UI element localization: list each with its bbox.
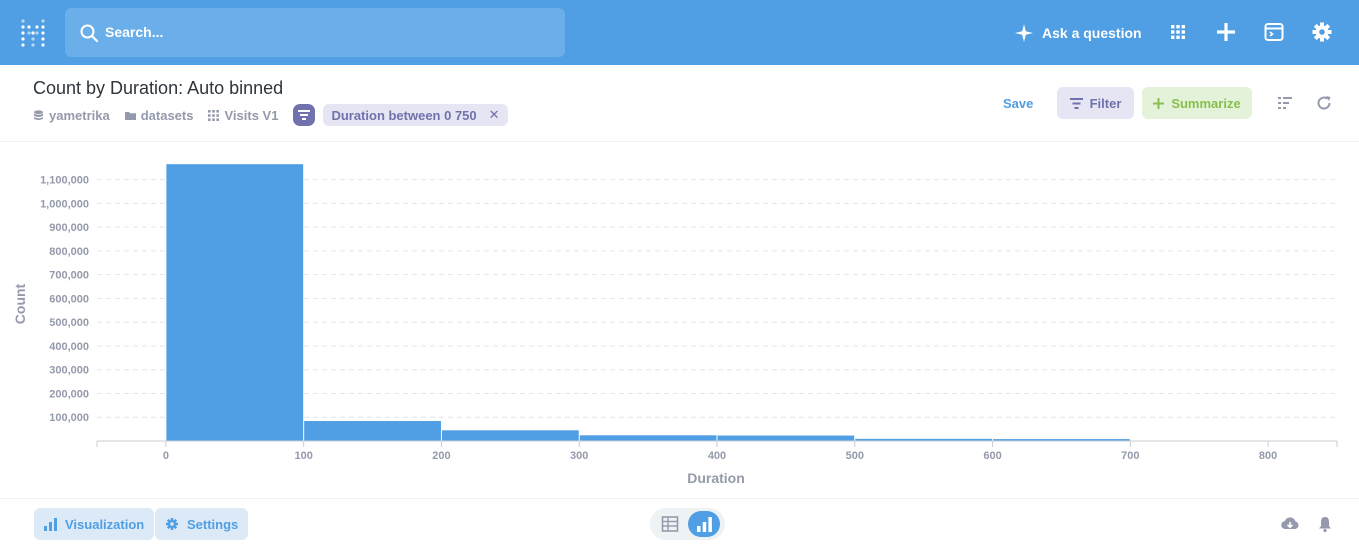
settings-label: Settings <box>187 516 239 532</box>
bar-chart-icon <box>696 516 712 532</box>
filter-pill[interactable]: Duration between 0 750 ✕ <box>323 104 508 126</box>
filter-toggle-button[interactable] <box>293 104 316 126</box>
y-tick-label: 500,000 <box>49 317 89 329</box>
search-placeholder: Search... <box>105 24 164 40</box>
x-axis-ticks: 0 100 200 300 400 500 600 700 800 <box>96 441 1338 462</box>
bar-chart-icon <box>44 517 57 531</box>
x-tick-label: 100 <box>294 450 312 462</box>
y-axis-label: Count <box>12 283 28 324</box>
x-tick-label: 700 <box>1121 450 1139 462</box>
gear-icon[interactable] <box>1311 21 1333 43</box>
y-tick-label: 900,000 <box>49 222 89 234</box>
ask-question-button[interactable]: Ask a question <box>1015 22 1142 44</box>
x-tick-label: 400 <box>708 450 726 462</box>
refresh-icon[interactable] <box>1316 95 1332 111</box>
notebook-editor-icon[interactable] <box>1277 95 1293 111</box>
download-icon[interactable] <box>1281 515 1299 533</box>
histogram-chart: 0 100 200 300 400 500 600 700 800 100,000 200,000… <box>12 164 1338 486</box>
settings-button[interactable]: Settings <box>155 508 249 540</box>
x-tick-label: 800 <box>1259 450 1277 462</box>
filter-button-label: Filter <box>1089 95 1122 111</box>
x-axis-label: Duration <box>687 470 745 486</box>
breadcrumb-schema[interactable]: datasets <box>124 107 194 123</box>
question-title[interactable]: Count by Duration: Auto binned <box>33 78 283 99</box>
gear-icon <box>165 517 179 531</box>
sql-editor-icon[interactable] <box>1263 21 1285 43</box>
footer-bar: Visualization Settings <box>0 498 1359 548</box>
y-tick-label: 300,000 <box>49 365 89 377</box>
breadcrumb-database-label: yametrika <box>49 107 110 123</box>
y-tick-label: 700,000 <box>49 270 89 282</box>
sparkle-icon <box>1015 24 1033 42</box>
histogram-bar <box>441 430 579 441</box>
close-icon[interactable]: ✕ <box>489 107 500 123</box>
y-axis-ticks: 100,000 200,000 300,000 400,000 500,000 600,0… <box>40 175 89 425</box>
filter-button[interactable]: Filter <box>1057 87 1134 119</box>
plus-icon[interactable] <box>1215 21 1237 43</box>
view-toggle <box>650 508 725 540</box>
chart-bars <box>166 164 1130 441</box>
top-nav: Search... Ask a question <box>0 0 1359 65</box>
filter-icon <box>1069 97 1083 109</box>
grid-apps-icon[interactable] <box>1167 21 1189 43</box>
histogram-bar <box>579 435 717 441</box>
summarize-button[interactable]: Summarize <box>1142 87 1252 119</box>
ask-question-label: Ask a question <box>1042 25 1142 41</box>
breadcrumb-table-label: Visits V1 <box>224 107 279 123</box>
filter-pill-label: Duration between 0 750 <box>331 107 477 123</box>
histogram-bar <box>717 435 855 441</box>
y-tick-label: 100,000 <box>49 412 89 424</box>
y-tick-label: 800,000 <box>49 246 89 258</box>
summarize-button-label: Summarize <box>1171 95 1241 111</box>
plus-icon <box>1153 97 1165 109</box>
breadcrumb: yametrika datasets Visits V1 Duration be… <box>33 104 508 126</box>
search-icon <box>80 24 99 43</box>
breadcrumb-schema-label: datasets <box>140 107 194 123</box>
breadcrumb-table[interactable]: Visits V1 <box>208 108 278 123</box>
question-header: Count by Duration: Auto binned yametrika… <box>0 65 1359 142</box>
x-tick-label: 200 <box>432 450 450 462</box>
y-tick-label: 400,000 <box>49 341 89 353</box>
x-tick-label: 0 <box>163 450 169 462</box>
breadcrumb-database[interactable]: yametrika <box>33 108 110 123</box>
y-tick-label: 600,000 <box>49 293 89 305</box>
metabase-logo-icon[interactable] <box>19 17 47 49</box>
y-tick-label: 1,100,000 <box>40 175 89 187</box>
y-tick-label: 200,000 <box>49 388 89 400</box>
x-tick-label: 600 <box>983 450 1001 462</box>
histogram-bar <box>304 421 441 441</box>
folder-icon <box>124 111 136 120</box>
histogram-bar <box>166 164 304 441</box>
table-grid-icon <box>208 109 220 121</box>
y-tick-label: 1,000,000 <box>40 198 89 210</box>
visualization-button[interactable]: Visualization <box>34 508 155 540</box>
filter-icon <box>298 110 311 120</box>
visualization-label: Visualization <box>65 516 145 532</box>
table-icon[interactable] <box>661 515 679 533</box>
database-icon <box>34 109 43 120</box>
bell-icon[interactable] <box>1316 515 1334 533</box>
search-bar[interactable]: Search... <box>65 8 565 57</box>
save-button[interactable]: Save <box>1003 96 1033 111</box>
chart-view-toggle[interactable] <box>688 511 720 537</box>
x-tick-label: 500 <box>846 450 864 462</box>
x-tick-label: 300 <box>570 450 588 462</box>
